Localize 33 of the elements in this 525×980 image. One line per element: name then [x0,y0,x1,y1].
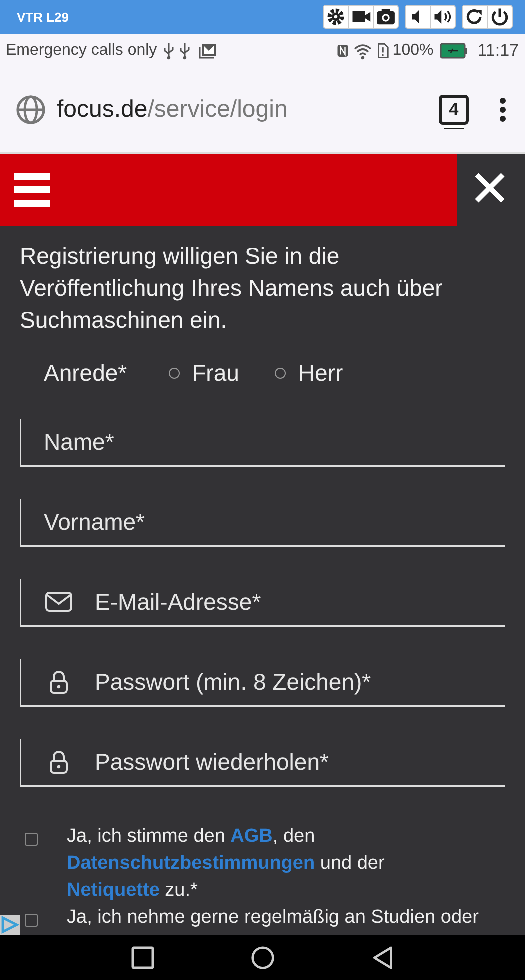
radio-option[interactable]: Herr [275,360,344,387]
input-field[interactable]: Name* [21,422,505,462]
device-name: VTR L29 [17,10,70,24]
recent-apps-icon[interactable] [130,946,154,970]
salutation-label: Anrede* [44,360,128,387]
back-icon[interactable] [370,946,394,970]
url-text[interactable]: focus.de/service/login [57,96,288,124]
battery-icon [440,42,468,60]
battery-percentage: 100% [392,42,434,60]
wifi-icon [352,42,373,60]
usb-icon [179,42,192,60]
checkbox[interactable] [25,833,38,846]
carrier-text: Emergency calls only [6,42,158,60]
more-menu-icon[interactable] [499,97,507,123]
clock-time: 11:17 [478,41,519,61]
consent-text: Ja, ich stimme den AGB, den Datenschutzbestimmungen und der Netiquette zu.* [67,825,386,903]
close-icon[interactable] [474,172,506,204]
input-field[interactable]: Vorname* [21,502,505,542]
radio-option[interactable]: Frau [169,360,240,387]
sim-alert-icon [376,42,389,60]
home-icon[interactable] [250,946,274,970]
mail-icon [199,42,218,60]
usb-icon [163,42,176,60]
consent-text: Ja, ich nehme gerne regelmäßig an Studien oder [67,906,479,930]
nfc-icon [336,42,349,60]
envelope-icon [45,590,73,614]
checkbox[interactable] [25,914,38,927]
intro-paragraph: Registrierung willigen Sie in die Veröffentlichung Ihres Namens auch über Suchmaschinen ein. [20,242,444,335]
input-field[interactable]: Passwort (min. 8 Zeichen)* [73,662,505,702]
menu-icon[interactable] [14,173,50,207]
input-field[interactable]: Passwort wiederholen* [73,742,505,782]
globe-icon [16,95,46,125]
input-field[interactable]: E-Mail-Adresse* [73,582,505,622]
